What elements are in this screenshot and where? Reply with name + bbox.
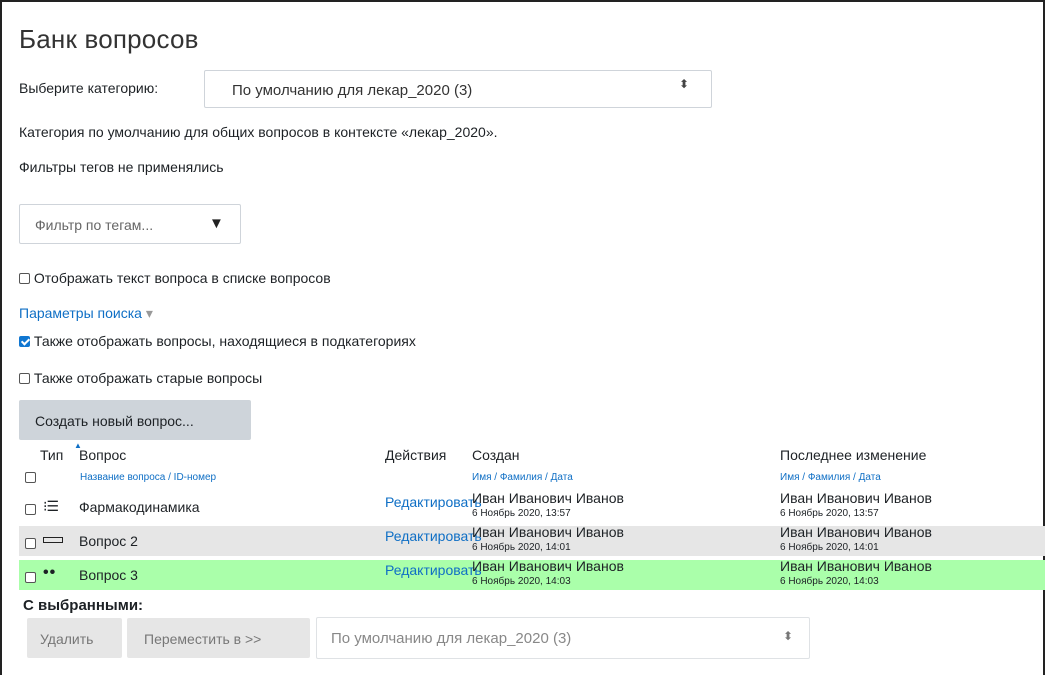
- tag-filter-status: Фильтры тегов не применялись: [19, 159, 224, 175]
- created-at: 6 Ноябрь 2020, 14:03: [472, 576, 571, 587]
- modified-by: Иван Иванович Иванов: [780, 524, 932, 540]
- row-checkbox[interactable]: [25, 535, 36, 553]
- dropdown-triangle-icon: ▼: [209, 215, 224, 232]
- show-text-checkbox[interactable]: [19, 273, 30, 284]
- multichoice-icon: ⁝☰: [43, 498, 59, 514]
- category-label: Выберите категорию:: [19, 80, 159, 96]
- subcategories-label: Также отображать вопросы, находящиеся в …: [33, 333, 416, 349]
- select-all-checkbox[interactable]: [25, 469, 36, 487]
- select-arrows-icon: ⬍: [678, 77, 689, 91]
- move-target-select[interactable]: По умолчанию для лекар_2020 (3) ⬍: [316, 617, 810, 659]
- edit-link[interactable]: Редактировать: [385, 528, 482, 544]
- category-description: Категория по умолчанию для общих вопросо…: [19, 124, 498, 140]
- created-at: 6 Ноябрь 2020, 14:01: [472, 542, 571, 553]
- col-actions: Действия: [385, 447, 447, 463]
- created-by: Иван Иванович Иванов: [472, 490, 624, 506]
- move-label: Переместить в >>: [144, 631, 262, 647]
- show-text-label: Отображать текст вопроса в списке вопрос…: [33, 270, 331, 286]
- edit-link[interactable]: Редактировать: [385, 494, 482, 510]
- col-created-sub[interactable]: Имя / Фамилия / Дата: [472, 472, 573, 483]
- created-at: 6 Ноябрь 2020, 13:57: [472, 508, 571, 519]
- row-checkbox[interactable]: [25, 501, 36, 519]
- old-questions-checkbox[interactable]: [19, 373, 30, 384]
- modified-by: Иван Иванович Иванов: [780, 490, 932, 506]
- col-modified: Последнее изменение: [780, 447, 927, 463]
- col-question-sub[interactable]: Название вопроса / ID-номер: [80, 472, 216, 483]
- modified-at: 6 Ноябрь 2020, 14:03: [780, 576, 879, 587]
- tag-filter-placeholder: Фильтр по тегам...: [35, 217, 154, 233]
- col-question[interactable]: Вопрос: [79, 447, 126, 463]
- move-button[interactable]: Переместить в >>: [127, 618, 310, 658]
- search-params-link[interactable]: Параметры поиска: [19, 305, 142, 321]
- show-text-option[interactable]: Отображать текст вопроса в списке вопрос…: [19, 270, 331, 286]
- created-by: Иван Иванович Иванов: [472, 524, 624, 540]
- col-created: Создан: [472, 447, 520, 463]
- row-checkbox[interactable]: [25, 569, 36, 587]
- modified-at: 6 Ноябрь 2020, 13:57: [780, 508, 879, 519]
- created-by: Иван Иванович Иванов: [472, 558, 624, 574]
- old-questions-label: Также отображать старые вопросы: [33, 370, 263, 386]
- question-name: Фармакодинамика: [79, 499, 200, 515]
- col-type-sort[interactable]: Тип: [40, 447, 63, 463]
- category-select[interactable]: По умолчанию для лекар_2020 (3) ⬍: [204, 70, 712, 108]
- shortanswer-icon: [43, 537, 63, 543]
- create-question-label: Создать новый вопрос...: [35, 413, 194, 429]
- page-title: Банк вопросов: [19, 24, 199, 54]
- tag-filter-dropdown[interactable]: Фильтр по тегам... ▼: [19, 204, 241, 244]
- search-params-toggle[interactable]: Параметры поиска ▾: [19, 305, 153, 322]
- question-name: Вопрос 2: [79, 533, 138, 549]
- modified-by: Иван Иванович Иванов: [780, 558, 932, 574]
- subcategories-option[interactable]: Также отображать вопросы, находящиеся в …: [19, 333, 416, 349]
- edit-link[interactable]: Редактировать: [385, 562, 482, 578]
- move-target-value: По умолчанию для лекар_2020 (3): [331, 630, 572, 647]
- create-question-button[interactable]: Создать новый вопрос...: [19, 400, 251, 440]
- delete-label: Удалить: [40, 631, 94, 647]
- col-modified-sub[interactable]: Имя / Фамилия / Дата: [780, 472, 881, 483]
- sort-arrow-icon: ▲: [74, 441, 82, 450]
- truefalse-icon: ••: [43, 564, 57, 581]
- category-select-value: По умолчанию для лекар_2020 (3): [232, 82, 473, 99]
- old-questions-option[interactable]: Также отображать старые вопросы: [19, 370, 262, 386]
- delete-button[interactable]: Удалить: [27, 618, 122, 658]
- select-arrows-icon: ⬍: [782, 629, 793, 643]
- caret-down-icon: ▾: [145, 305, 153, 321]
- question-name: Вопрос 3: [79, 567, 138, 583]
- bulk-label: С выбранными:: [23, 597, 144, 614]
- modified-at: 6 Ноябрь 2020, 14:01: [780, 542, 879, 553]
- subcategories-checkbox[interactable]: [19, 336, 30, 347]
